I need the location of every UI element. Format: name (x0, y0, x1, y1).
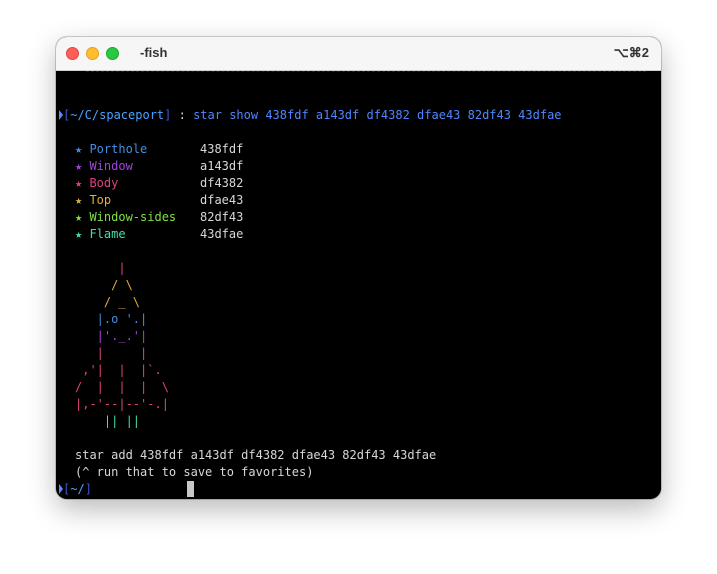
rocket-art-line: / \ (75, 278, 133, 292)
prompt-close-bracket: ] (84, 482, 92, 496)
rocket-art-line: |,-'--|--'-.| (75, 397, 169, 411)
palette-hex: 43dfae (200, 227, 244, 241)
rocket-art-line: / | | | \ (75, 380, 169, 394)
palette-name: ★ Top (75, 193, 112, 207)
rocket-art-line: ,'| | |`. (75, 363, 162, 377)
zoom-button[interactable] (106, 47, 119, 60)
title-bar[interactable]: -fish ⌥⌘2 (56, 37, 661, 71)
text-cursor (187, 481, 194, 497)
palette-hex: 82df43 (200, 210, 244, 224)
scrollback-divider (86, 71, 646, 74)
rocket-art-line: / _ \ (75, 295, 141, 309)
palette-name: ★ Porthole (75, 142, 148, 156)
save-hint-output: (^ run that to save to favorites) (75, 465, 314, 479)
window-title: -fish (140, 45, 168, 60)
rocket-art-line: | | (75, 346, 148, 360)
rocket-art-line: |'._.'| (75, 329, 148, 343)
prompt-separator: : (171, 108, 194, 122)
prompt-cwd: ~/ (70, 482, 85, 496)
prompt-line: [~/C/spaceport] : star show 438fdf a143d… (59, 107, 562, 124)
close-button[interactable] (66, 47, 79, 60)
add-command-output: star add 438fdf a143df df4382 dfae43 82d… (75, 448, 437, 462)
rocket-art-line: | (75, 261, 126, 275)
palette-hex: df4382 (200, 176, 244, 190)
rocket-art-line: |.o '.| (75, 312, 148, 326)
palette-hex: a143df (200, 159, 244, 173)
palette-hex: 438fdf (200, 142, 244, 156)
current-prompt-line: [~/] (59, 481, 92, 498)
command-text: star show 438fdf a143df df4382 dfae43 82… (193, 108, 562, 122)
palette-name: ★ Window-sides (75, 210, 177, 224)
terminal-output[interactable]: [~/C/spaceport] : star show 438fdf a143d… (56, 71, 661, 499)
prompt-cwd: ~/C/spaceport (70, 108, 165, 122)
rocket-art-line: || || (75, 414, 141, 428)
palette-name: ★ Flame (75, 227, 126, 241)
minimize-button[interactable] (86, 47, 99, 60)
palette-hex: dfae43 (200, 193, 244, 207)
palette-name: ★ Body (75, 176, 119, 190)
terminal-window: -fish ⌥⌘2 [~/C/spaceport] : star show 43… (56, 37, 661, 499)
palette-name: ★ Window (75, 159, 133, 173)
window-shortcut: ⌥⌘2 (613, 45, 649, 60)
